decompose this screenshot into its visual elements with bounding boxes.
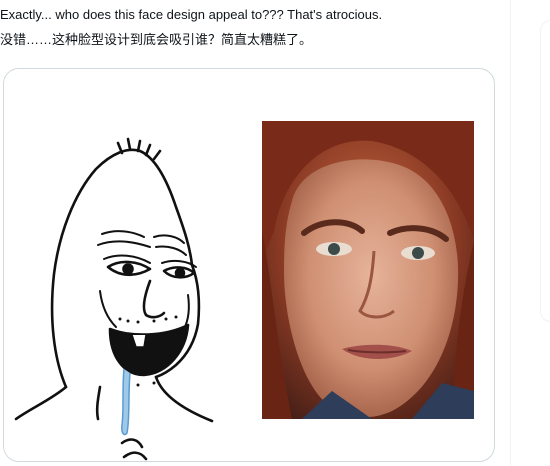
column-divider <box>510 0 511 466</box>
post-text-chinese: 没错……这种脸型设计到底会吸引谁？简直太糟糕了。 <box>0 32 313 47</box>
photo-image[interactable] <box>262 121 474 419</box>
post-text-english: Exactly... who does this face design app… <box>0 7 383 22</box>
media-card[interactable] <box>3 68 495 462</box>
sidebar-panel-edge <box>540 20 550 322</box>
wojak-meme-image[interactable] <box>4 69 264 461</box>
